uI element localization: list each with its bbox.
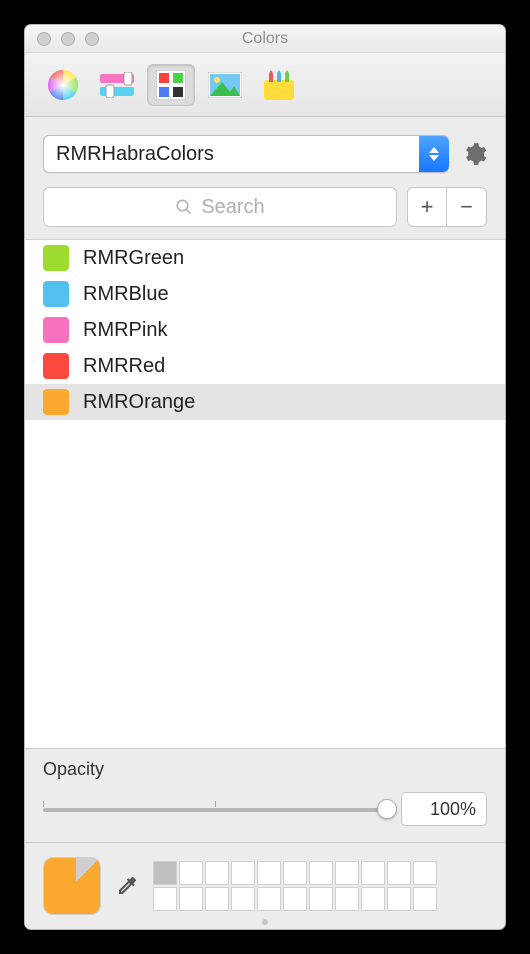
color-swatch: [43, 281, 69, 307]
preset-well[interactable]: [335, 887, 359, 911]
traffic-lights: [25, 32, 99, 46]
minimize-light[interactable]: [61, 32, 75, 46]
color-swatch: [43, 245, 69, 271]
preset-well[interactable]: [387, 887, 411, 911]
preset-well[interactable]: [205, 861, 229, 885]
palettes-icon: [156, 70, 186, 100]
color-swatch: [43, 317, 69, 343]
color-name: RMRBlue: [83, 283, 169, 306]
colors-window: Colors: [24, 24, 506, 930]
color-name: RMRRed: [83, 355, 165, 378]
crayons-icon: [264, 70, 294, 100]
image-icon: [208, 72, 242, 98]
well-row: [153, 861, 437, 885]
well-row: [153, 887, 437, 911]
slider-tick: [43, 801, 44, 807]
preset-well[interactable]: [413, 861, 437, 885]
color-list[interactable]: RMRGreen RMRBlue RMRPink RMRRed RMROrange: [25, 240, 505, 748]
select-stepper: [419, 136, 449, 172]
swatch-footer: [25, 843, 505, 929]
preset-well[interactable]: [231, 887, 255, 911]
color-row[interactable]: RMRRed: [25, 348, 505, 384]
chevron-up-icon: [429, 147, 439, 153]
palette-header: RMRHabraColors Search + −: [25, 117, 505, 240]
sliders-icon: [100, 72, 134, 98]
search-icon: [175, 198, 193, 216]
color-swatch: [43, 389, 69, 415]
close-light[interactable]: [37, 32, 51, 46]
color-name: RMRGreen: [83, 247, 184, 270]
color-row[interactable]: RMROrange: [25, 384, 505, 420]
color-wheel-tab[interactable]: [39, 64, 87, 106]
preset-well[interactable]: [361, 887, 385, 911]
preset-well[interactable]: [205, 887, 229, 911]
add-remove-group: + −: [407, 187, 487, 227]
current-color-well[interactable]: [43, 857, 101, 915]
slider-tick: [215, 801, 216, 807]
opacity-section: Opacity 100%: [25, 748, 505, 843]
search-placeholder: Search: [201, 196, 264, 219]
color-wheel-icon: [48, 70, 78, 100]
preset-well[interactable]: [257, 887, 281, 911]
image-palettes-tab[interactable]: [201, 64, 249, 106]
color-name: RMRPink: [83, 319, 167, 342]
color-row[interactable]: RMRPink: [25, 312, 505, 348]
preset-well[interactable]: [179, 861, 203, 885]
preset-well[interactable]: [153, 887, 177, 911]
search-input[interactable]: Search: [43, 187, 397, 227]
preset-well[interactable]: [309, 887, 333, 911]
fold-corner-icon: [76, 858, 100, 882]
preset-well[interactable]: [283, 861, 307, 885]
preset-well[interactable]: [283, 887, 307, 911]
color-swatch: [43, 353, 69, 379]
slider-knob[interactable]: [377, 799, 397, 819]
color-name: RMROrange: [83, 391, 195, 414]
preset-well[interactable]: [153, 861, 177, 885]
preset-well[interactable]: [387, 861, 411, 885]
chevron-down-icon: [429, 155, 439, 161]
zoom-light[interactable]: [85, 32, 99, 46]
preset-well[interactable]: [361, 861, 385, 885]
preset-well[interactable]: [413, 887, 437, 911]
eyedropper-icon[interactable]: [115, 874, 139, 898]
palette-select-value: RMRHabraColors: [44, 143, 419, 166]
page-indicator-dot: [262, 919, 268, 925]
color-palettes-tab[interactable]: [147, 64, 195, 106]
slider-track: [43, 808, 387, 812]
picker-mode-toolbar: [25, 53, 505, 117]
color-row[interactable]: RMRGreen: [25, 240, 505, 276]
color-sliders-tab[interactable]: [93, 64, 141, 106]
preset-well[interactable]: [257, 861, 281, 885]
palette-select[interactable]: RMRHabraColors: [43, 135, 449, 173]
add-color-button[interactable]: +: [407, 187, 447, 227]
preset-well[interactable]: [335, 861, 359, 885]
color-row[interactable]: RMRBlue: [25, 276, 505, 312]
gear-icon[interactable]: [461, 141, 487, 167]
titlebar: Colors: [25, 25, 505, 53]
preset-well[interactable]: [309, 861, 333, 885]
preset-well[interactable]: [231, 861, 255, 885]
preset-color-wells: [153, 861, 437, 911]
opacity-value-field[interactable]: 100%: [401, 792, 487, 826]
remove-color-button[interactable]: −: [447, 187, 487, 227]
opacity-slider[interactable]: [43, 801, 387, 817]
pencils-tab[interactable]: [255, 64, 303, 106]
preset-well[interactable]: [179, 887, 203, 911]
opacity-label: Opacity: [43, 759, 487, 780]
